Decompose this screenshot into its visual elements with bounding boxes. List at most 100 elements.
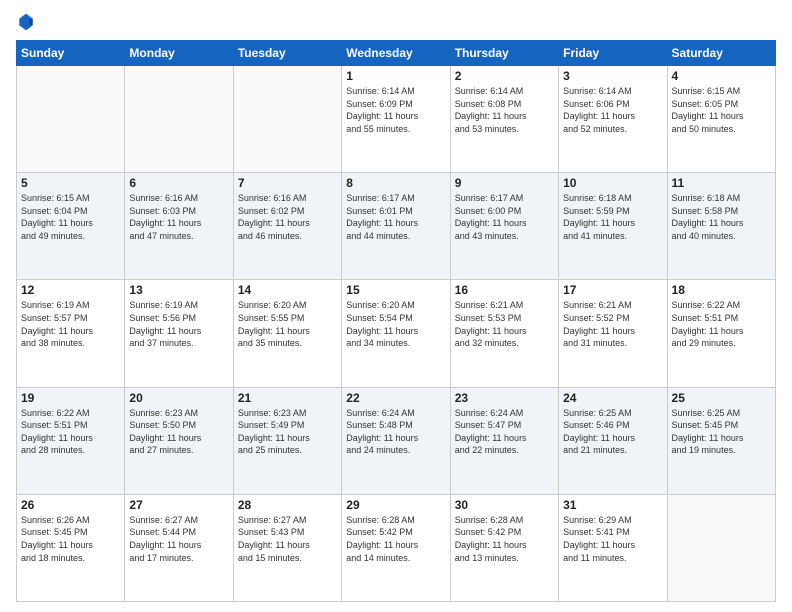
calendar-cell: 6 Sunrise: 6:16 AM Sunset: 6:03 PM Daylig…	[125, 173, 233, 280]
day-number: 8	[346, 176, 445, 190]
day-info: Sunrise: 6:22 AM Sunset: 5:51 PM Dayligh…	[21, 407, 120, 457]
day-info: Sunrise: 6:22 AM Sunset: 5:51 PM Dayligh…	[672, 299, 771, 349]
day-number: 9	[455, 176, 554, 190]
calendar-cell: 11 Sunrise: 6:18 AM Sunset: 5:58 PM Dayli…	[667, 173, 775, 280]
calendar-cell	[667, 494, 775, 601]
day-info: Sunrise: 6:16 AM Sunset: 6:02 PM Dayligh…	[238, 192, 337, 242]
calendar-cell: 1Sunrise: 6:14 AM Sunset: 6:09 PM Daylig…	[342, 66, 450, 173]
day-number: 12	[21, 283, 120, 297]
day-number: 13	[129, 283, 228, 297]
week-row-3: 19 Sunrise: 6:22 AM Sunset: 5:51 PM Dayli…	[17, 387, 776, 494]
day-info: Sunrise: 6:28 AM Sunset: 5:42 PM Dayligh…	[455, 514, 554, 564]
week-row-2: 12 Sunrise: 6:19 AM Sunset: 5:57 PM Dayli…	[17, 280, 776, 387]
calendar-cell: 12 Sunrise: 6:19 AM Sunset: 5:57 PM Dayli…	[17, 280, 125, 387]
calendar-cell: 5 Sunrise: 6:15 AM Sunset: 6:04 PM Daylig…	[17, 173, 125, 280]
day-number: 14	[238, 283, 337, 297]
calendar-cell: 10Sunrise: 6:18 AM Sunset: 5:59 PM Dayli…	[559, 173, 667, 280]
day-info: Sunrise: 6:15 AM Sunset: 6:05 PM Dayligh…	[672, 85, 771, 135]
calendar-cell: 30Sunrise: 6:28 AM Sunset: 5:42 PM Dayli…	[450, 494, 558, 601]
day-info: Sunrise: 6:17 AM Sunset: 6:00 PM Dayligh…	[455, 192, 554, 242]
calendar-cell: 22 Sunrise: 6:24 AM Sunset: 5:48 PM Dayli…	[342, 387, 450, 494]
logo	[16, 12, 40, 32]
day-info: Sunrise: 6:17 AM Sunset: 6:01 PM Dayligh…	[346, 192, 445, 242]
day-info: Sunrise: 6:18 AM Sunset: 5:58 PM Dayligh…	[672, 192, 771, 242]
day-info: Sunrise: 6:25 AM Sunset: 5:45 PM Dayligh…	[672, 407, 771, 457]
day-info: Sunrise: 6:25 AM Sunset: 5:46 PM Dayligh…	[563, 407, 662, 457]
calendar-cell: 26 Sunrise: 6:26 AM Sunset: 5:45 PM Dayli…	[17, 494, 125, 601]
day-number: 7	[238, 176, 337, 190]
weekday-header-wednesday: Wednesday	[342, 41, 450, 66]
calendar-table: SundayMondayTuesdayWednesdayThursdayFrid…	[16, 40, 776, 602]
weekday-header-friday: Friday	[559, 41, 667, 66]
day-number: 16	[455, 283, 554, 297]
day-info: Sunrise: 6:20 AM Sunset: 5:54 PM Dayligh…	[346, 299, 445, 349]
day-info: Sunrise: 6:21 AM Sunset: 5:52 PM Dayligh…	[563, 299, 662, 349]
calendar-cell: 14 Sunrise: 6:20 AM Sunset: 5:55 PM Dayli…	[233, 280, 341, 387]
day-info: Sunrise: 6:19 AM Sunset: 5:56 PM Dayligh…	[129, 299, 228, 349]
calendar-cell: 20Sunrise: 6:23 AM Sunset: 5:50 PM Dayli…	[125, 387, 233, 494]
day-number: 15	[346, 283, 445, 297]
calendar-cell: 9 Sunrise: 6:17 AM Sunset: 6:00 PM Daylig…	[450, 173, 558, 280]
day-number: 31	[563, 498, 662, 512]
day-number: 24	[563, 391, 662, 405]
day-number: 5	[21, 176, 120, 190]
calendar-cell: 8 Sunrise: 6:17 AM Sunset: 6:01 PM Daylig…	[342, 173, 450, 280]
day-info: Sunrise: 6:27 AM Sunset: 5:44 PM Dayligh…	[129, 514, 228, 564]
day-info: Sunrise: 6:24 AM Sunset: 5:47 PM Dayligh…	[455, 407, 554, 457]
day-number: 26	[21, 498, 120, 512]
calendar-cell: 25 Sunrise: 6:25 AM Sunset: 5:45 PM Dayli…	[667, 387, 775, 494]
week-row-0: 1Sunrise: 6:14 AM Sunset: 6:09 PM Daylig…	[17, 66, 776, 173]
calendar-cell: 4 Sunrise: 6:15 AM Sunset: 6:05 PM Daylig…	[667, 66, 775, 173]
day-info: Sunrise: 6:16 AM Sunset: 6:03 PM Dayligh…	[129, 192, 228, 242]
day-number: 27	[129, 498, 228, 512]
calendar-cell: 17 Sunrise: 6:21 AM Sunset: 5:52 PM Dayli…	[559, 280, 667, 387]
day-info: Sunrise: 6:20 AM Sunset: 5:55 PM Dayligh…	[238, 299, 337, 349]
calendar-cell: 31 Sunrise: 6:29 AM Sunset: 5:41 PM Dayli…	[559, 494, 667, 601]
day-number: 4	[672, 69, 771, 83]
calendar-cell: 19 Sunrise: 6:22 AM Sunset: 5:51 PM Dayli…	[17, 387, 125, 494]
day-info: Sunrise: 6:26 AM Sunset: 5:45 PM Dayligh…	[21, 514, 120, 564]
header	[16, 12, 776, 32]
calendar-cell: 7 Sunrise: 6:16 AM Sunset: 6:02 PM Daylig…	[233, 173, 341, 280]
page: SundayMondayTuesdayWednesdayThursdayFrid…	[0, 0, 792, 612]
day-info: Sunrise: 6:15 AM Sunset: 6:04 PM Dayligh…	[21, 192, 120, 242]
day-info: Sunrise: 6:19 AM Sunset: 5:57 PM Dayligh…	[21, 299, 120, 349]
logo-icon	[16, 12, 36, 32]
day-number: 21	[238, 391, 337, 405]
day-info: Sunrise: 6:14 AM Sunset: 6:09 PM Dayligh…	[346, 85, 445, 135]
day-number: 10	[563, 176, 662, 190]
calendar-cell: 28Sunrise: 6:27 AM Sunset: 5:43 PM Dayli…	[233, 494, 341, 601]
day-number: 2	[455, 69, 554, 83]
calendar-cell: 3 Sunrise: 6:14 AM Sunset: 6:06 PM Daylig…	[559, 66, 667, 173]
weekday-header-row: SundayMondayTuesdayWednesdayThursdayFrid…	[17, 41, 776, 66]
day-number: 3	[563, 69, 662, 83]
day-number: 25	[672, 391, 771, 405]
weekday-header-thursday: Thursday	[450, 41, 558, 66]
calendar-cell: 16 Sunrise: 6:21 AM Sunset: 5:53 PM Dayli…	[450, 280, 558, 387]
calendar-cell	[17, 66, 125, 173]
calendar-cell: 27 Sunrise: 6:27 AM Sunset: 5:44 PM Dayli…	[125, 494, 233, 601]
day-info: Sunrise: 6:28 AM Sunset: 5:42 PM Dayligh…	[346, 514, 445, 564]
day-number: 19	[21, 391, 120, 405]
weekday-header-saturday: Saturday	[667, 41, 775, 66]
calendar-cell: 23Sunrise: 6:24 AM Sunset: 5:47 PM Dayli…	[450, 387, 558, 494]
day-number: 18	[672, 283, 771, 297]
week-row-4: 26 Sunrise: 6:26 AM Sunset: 5:45 PM Dayli…	[17, 494, 776, 601]
day-number: 6	[129, 176, 228, 190]
day-info: Sunrise: 6:21 AM Sunset: 5:53 PM Dayligh…	[455, 299, 554, 349]
weekday-header-monday: Monday	[125, 41, 233, 66]
day-info: Sunrise: 6:23 AM Sunset: 5:49 PM Dayligh…	[238, 407, 337, 457]
calendar-cell: 2 Sunrise: 6:14 AM Sunset: 6:08 PM Daylig…	[450, 66, 558, 173]
day-info: Sunrise: 6:14 AM Sunset: 6:06 PM Dayligh…	[563, 85, 662, 135]
day-number: 11	[672, 176, 771, 190]
day-info: Sunrise: 6:24 AM Sunset: 5:48 PM Dayligh…	[346, 407, 445, 457]
calendar-cell	[125, 66, 233, 173]
day-number: 22	[346, 391, 445, 405]
day-info: Sunrise: 6:29 AM Sunset: 5:41 PM Dayligh…	[563, 514, 662, 564]
calendar-cell: 13 Sunrise: 6:19 AM Sunset: 5:56 PM Dayli…	[125, 280, 233, 387]
weekday-header-sunday: Sunday	[17, 41, 125, 66]
week-row-1: 5 Sunrise: 6:15 AM Sunset: 6:04 PM Daylig…	[17, 173, 776, 280]
day-number: 17	[563, 283, 662, 297]
weekday-header-tuesday: Tuesday	[233, 41, 341, 66]
day-info: Sunrise: 6:14 AM Sunset: 6:08 PM Dayligh…	[455, 85, 554, 135]
